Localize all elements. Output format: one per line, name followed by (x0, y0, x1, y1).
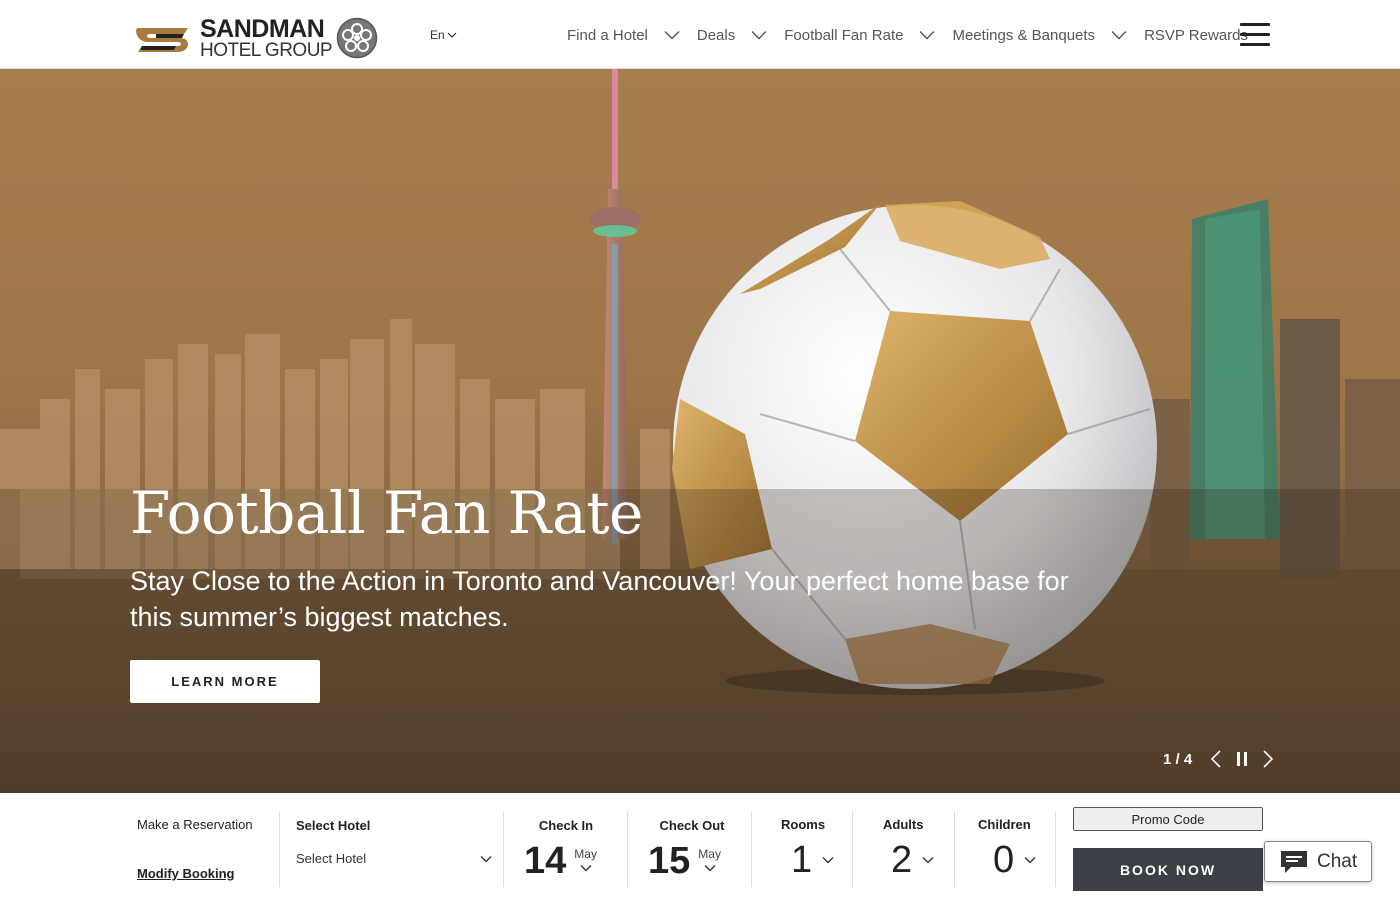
carousel-controls: 1 / 4 (1163, 749, 1274, 769)
slide-counter: 1 / 4 (1163, 750, 1193, 768)
chevron-left-icon[interactable] (1210, 749, 1222, 769)
sandman-logo-mark-icon (136, 22, 194, 54)
divider (279, 811, 280, 887)
pause-icon[interactable] (1236, 752, 1248, 766)
divider (852, 811, 853, 887)
divider (503, 811, 504, 887)
select-hotel-label: Select Hotel (296, 818, 371, 833)
check-in-picker[interactable]: Check In 14 May (524, 818, 604, 881)
nav-item-label: Find a Hotel (567, 26, 648, 44)
chevron-down-icon (580, 865, 592, 872)
nav-item-label: RSVP Rewards (1144, 26, 1248, 44)
adults-label: Adults (883, 817, 924, 832)
children-selector[interactable]: Children 0 (978, 817, 1036, 880)
check-in-label: Check In (538, 818, 594, 833)
nav-item-label: Meetings & Banquets (952, 26, 1096, 44)
logo-emblem-icon (336, 17, 378, 59)
chevron-down-icon[interactable] (919, 30, 935, 40)
chevron-down-icon (1024, 857, 1036, 864)
select-hotel-dropdown[interactable]: Select Hotel (296, 851, 492, 866)
adults-selector[interactable]: Adults 2 (883, 817, 934, 880)
chevron-down-icon[interactable] (664, 30, 680, 40)
sandman-logo[interactable]: SANDMAN HOTEL GROUP (136, 16, 398, 60)
nav-item-find-a-hotel[interactable]: Find a Hotel (567, 27, 697, 44)
chevron-down-icon (922, 857, 934, 864)
nav-item-deals[interactable]: Deals (697, 27, 784, 44)
check-out-label: Check Out (659, 818, 725, 833)
language-selector[interactable]: En (430, 28, 457, 42)
make-reservation-link[interactable]: Make a Reservation (137, 817, 253, 832)
promo-code-input[interactable]: Promo Code (1073, 807, 1263, 831)
chevron-down-icon (447, 32, 457, 38)
hamburger-menu-icon[interactable] (1240, 23, 1270, 47)
chat-button[interactable]: Chat (1264, 841, 1372, 882)
nav-item-label: Football Fan Rate (784, 26, 904, 44)
rooms-label: Rooms (781, 817, 826, 832)
book-now-button[interactable]: BOOK NOW (1073, 848, 1263, 891)
rooms-value: 1 (791, 839, 813, 881)
divider (627, 811, 628, 887)
hero-banner: Football Fan Rate Stay Close to the Acti… (0, 69, 1400, 793)
check-in-month: May (574, 847, 597, 861)
logo-line1: SANDMAN (200, 14, 325, 43)
chat-label: Chat (1317, 850, 1358, 872)
check-in-day: 14 (524, 840, 567, 882)
chevron-down-icon (704, 865, 716, 872)
nav-item-football-fan-rate[interactable]: Football Fan Rate (784, 27, 952, 44)
chevron-right-icon[interactable] (1262, 749, 1274, 769)
nav-item-rsvp-rewards[interactable]: RSVP Rewards (1144, 27, 1248, 44)
divider (751, 811, 752, 887)
language-label: En (430, 28, 445, 42)
hero-title: Football Fan Rate (130, 479, 643, 547)
select-hotel-value: Select Hotel (296, 851, 367, 866)
chevron-down-icon (480, 855, 492, 862)
divider (954, 811, 955, 887)
hero-subtitle: Stay Close to the Action in Toronto and … (130, 566, 1069, 632)
learn-more-button[interactable]: LEARN MORE (130, 660, 320, 703)
rooms-selector[interactable]: Rooms 1 (781, 817, 834, 880)
logo-line2: HOTEL GROUP (200, 39, 333, 61)
chevron-down-icon[interactable] (1111, 30, 1127, 40)
chevron-down-icon[interactable] (751, 30, 767, 40)
nav-item-meetings-banquets[interactable]: Meetings & Banquets (952, 27, 1144, 44)
modify-booking-link[interactable]: Modify Booking (137, 866, 235, 881)
booking-bar: Make a Reservation Modify Booking Select… (0, 793, 1400, 900)
adults-value: 2 (891, 839, 913, 881)
check-out-month: May (698, 847, 721, 861)
children-label: Children (978, 817, 1031, 832)
check-out-picker[interactable]: Check Out 15 May (648, 818, 728, 881)
children-value: 0 (993, 839, 1015, 881)
main-nav: Find a Hotel Deals Football Fan Rate Mee… (567, 24, 1248, 46)
chevron-down-icon (822, 857, 834, 864)
divider (1055, 811, 1056, 887)
nav-item-label: Deals (696, 26, 736, 44)
check-out-day: 15 (648, 840, 691, 882)
site-header: SANDMAN HOTEL GROUP En Find a Hotel Deal… (0, 0, 1400, 69)
chat-bubble-icon (1281, 850, 1307, 873)
